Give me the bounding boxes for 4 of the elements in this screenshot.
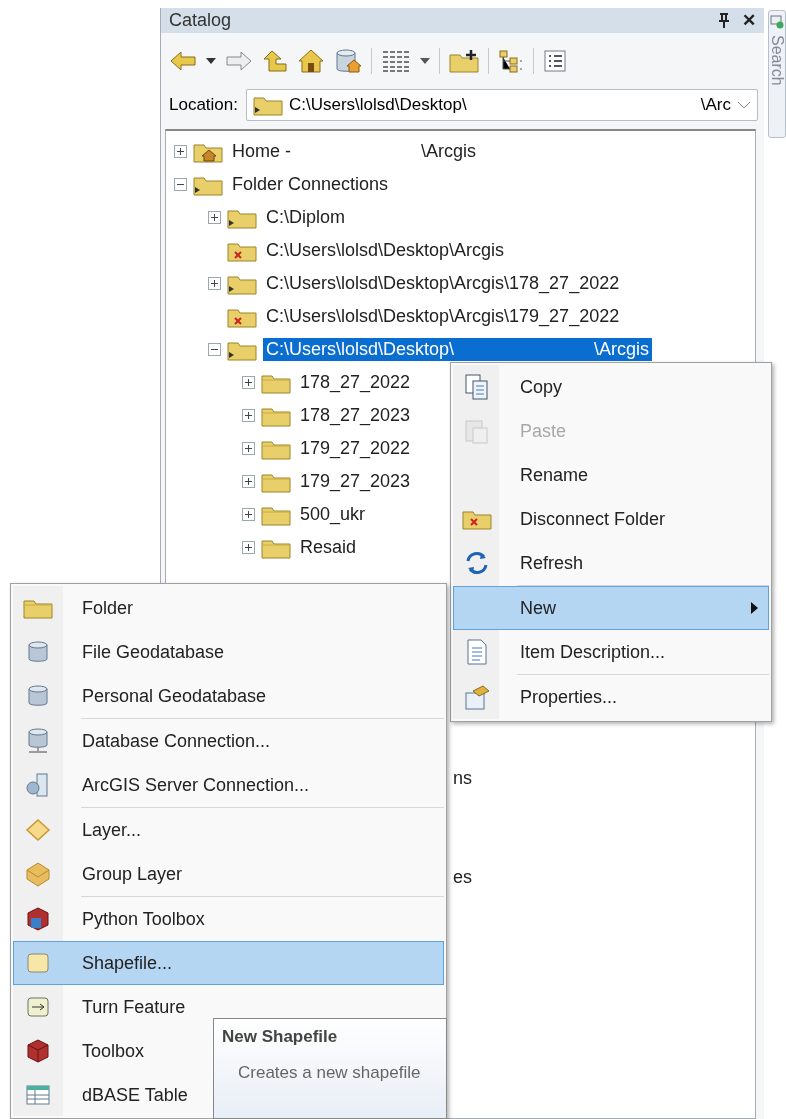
tooltip-text: Creates a new shapefile (237, 1063, 422, 1083)
location-label: Location: (169, 95, 238, 115)
panel-title: Catalog (169, 10, 233, 31)
tooltip-title: New Shapefile (222, 1027, 339, 1047)
